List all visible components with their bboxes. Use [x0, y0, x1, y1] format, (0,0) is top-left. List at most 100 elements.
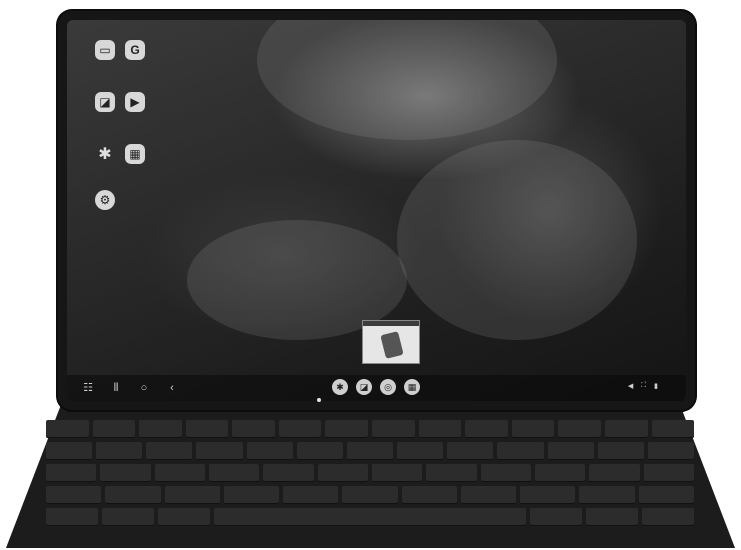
status-area[interactable]: ◀ ⛶ ▮ — [628, 382, 674, 390]
key — [158, 508, 210, 526]
apps-folder[interactable]: ▦ — [117, 144, 153, 167]
key — [447, 442, 494, 460]
spacebar-key — [214, 508, 526, 526]
key — [520, 486, 576, 504]
volume-icon[interactable]: ◀ — [628, 382, 633, 390]
key — [511, 420, 555, 438]
key — [465, 420, 508, 438]
key — [154, 464, 205, 482]
key — [579, 486, 635, 504]
key — [46, 486, 102, 504]
tablet-bezel: ▭ G ◪ ▶ ✱ ▦ ⚙ ☷ ⦀ ○ ‹ ✱ ◪ ◎ ▦ ◀ ⛶ ▮ — [58, 11, 695, 410]
key — [263, 464, 314, 482]
play-store-app[interactable]: ▶ — [117, 92, 153, 115]
recents-button[interactable]: ⦀ — [109, 381, 123, 395]
taskbar: ☷ ⦀ ○ ‹ ✱ ◪ ◎ ▦ ◀ ⛶ ▮ — [67, 375, 686, 401]
gallery-app-icon: ◪ — [95, 92, 115, 112]
key — [418, 420, 462, 438]
message-app-icon: ▭ — [95, 40, 115, 60]
key — [647, 442, 695, 460]
key — [46, 442, 93, 460]
key — [46, 420, 89, 438]
wallpaper-wave — [257, 20, 557, 140]
preview-thumbnail — [362, 320, 420, 364]
key — [401, 486, 457, 504]
google-app[interactable]: G — [117, 40, 153, 63]
key — [208, 464, 260, 482]
key-row — [46, 486, 694, 504]
key — [105, 486, 161, 504]
play-store-icon: ▶ — [125, 92, 145, 112]
key-row — [46, 464, 694, 482]
dock-indicator — [317, 398, 321, 402]
dock: ✱ ◪ ◎ ▦ — [332, 379, 420, 395]
key — [643, 464, 694, 482]
bixby-app-icon: ✱ — [98, 146, 112, 163]
key — [371, 464, 423, 482]
key — [397, 442, 444, 460]
gallery-dock-icon[interactable]: ◪ — [356, 379, 372, 395]
key — [589, 464, 640, 482]
key — [534, 464, 586, 482]
keyboard-keys — [46, 420, 695, 540]
key — [100, 464, 151, 482]
navigation-buttons: ☷ ⦀ ○ ‹ — [81, 381, 179, 395]
bixby-dock-icon[interactable]: ✱ — [332, 379, 348, 395]
recent-app-preview[interactable] — [360, 310, 422, 364]
key — [223, 486, 280, 504]
key — [196, 442, 243, 460]
key — [278, 420, 322, 438]
key — [604, 420, 648, 438]
key — [547, 442, 594, 460]
key — [296, 442, 343, 460]
key-row — [46, 420, 695, 438]
key — [146, 442, 193, 460]
key — [586, 508, 638, 526]
key — [232, 420, 275, 438]
tablet-screen: ▭ G ◪ ▶ ✱ ▦ ⚙ ☷ ⦀ ○ ‹ ✱ ◪ ◎ ▦ ◀ ⛶ ▮ — [67, 20, 686, 401]
key — [283, 486, 339, 504]
wallpaper-wave — [397, 140, 637, 340]
key — [460, 486, 517, 504]
key — [346, 442, 394, 460]
key — [325, 420, 369, 438]
preview-image — [380, 331, 404, 359]
key — [558, 420, 601, 438]
key — [530, 508, 582, 526]
key — [185, 420, 229, 438]
key — [96, 442, 143, 460]
key — [246, 442, 293, 460]
apps-button[interactable]: ☷ — [81, 381, 95, 395]
preview-titlebar — [363, 321, 419, 326]
key — [642, 508, 694, 526]
samsung-internet-icon[interactable]: ◎ — [380, 379, 396, 395]
key — [164, 486, 220, 504]
apps-grid-icon: ▦ — [125, 144, 145, 164]
google-app-icon: G — [125, 40, 145, 60]
key — [372, 420, 415, 438]
preview-caption — [360, 310, 422, 318]
settings-app-icon: ⚙ — [95, 190, 115, 210]
key-row — [46, 442, 695, 460]
key — [651, 420, 695, 438]
key — [46, 464, 97, 482]
back-button[interactable]: ‹ — [165, 381, 179, 395]
key — [426, 464, 477, 482]
key — [102, 508, 154, 526]
battery-icon: ▮ — [654, 383, 658, 390]
settings-app[interactable]: ⚙ — [87, 190, 123, 213]
key — [92, 420, 136, 438]
home-button[interactable]: ○ — [137, 381, 151, 395]
device-photo: ▭ G ◪ ▶ ✱ ▦ ⚙ ☷ ⦀ ○ ‹ ✱ ◪ ◎ ▦ ◀ ⛶ ▮ — [0, 0, 741, 550]
key — [342, 486, 398, 504]
key — [597, 442, 644, 460]
key — [638, 486, 694, 504]
key — [497, 442, 544, 460]
key — [317, 464, 368, 482]
screenshot-icon[interactable]: ⛶ — [641, 382, 646, 390]
key — [46, 508, 98, 526]
key — [480, 464, 531, 482]
key — [139, 420, 182, 438]
apps-dock-icon[interactable]: ▦ — [404, 379, 420, 395]
key-row — [46, 508, 694, 526]
